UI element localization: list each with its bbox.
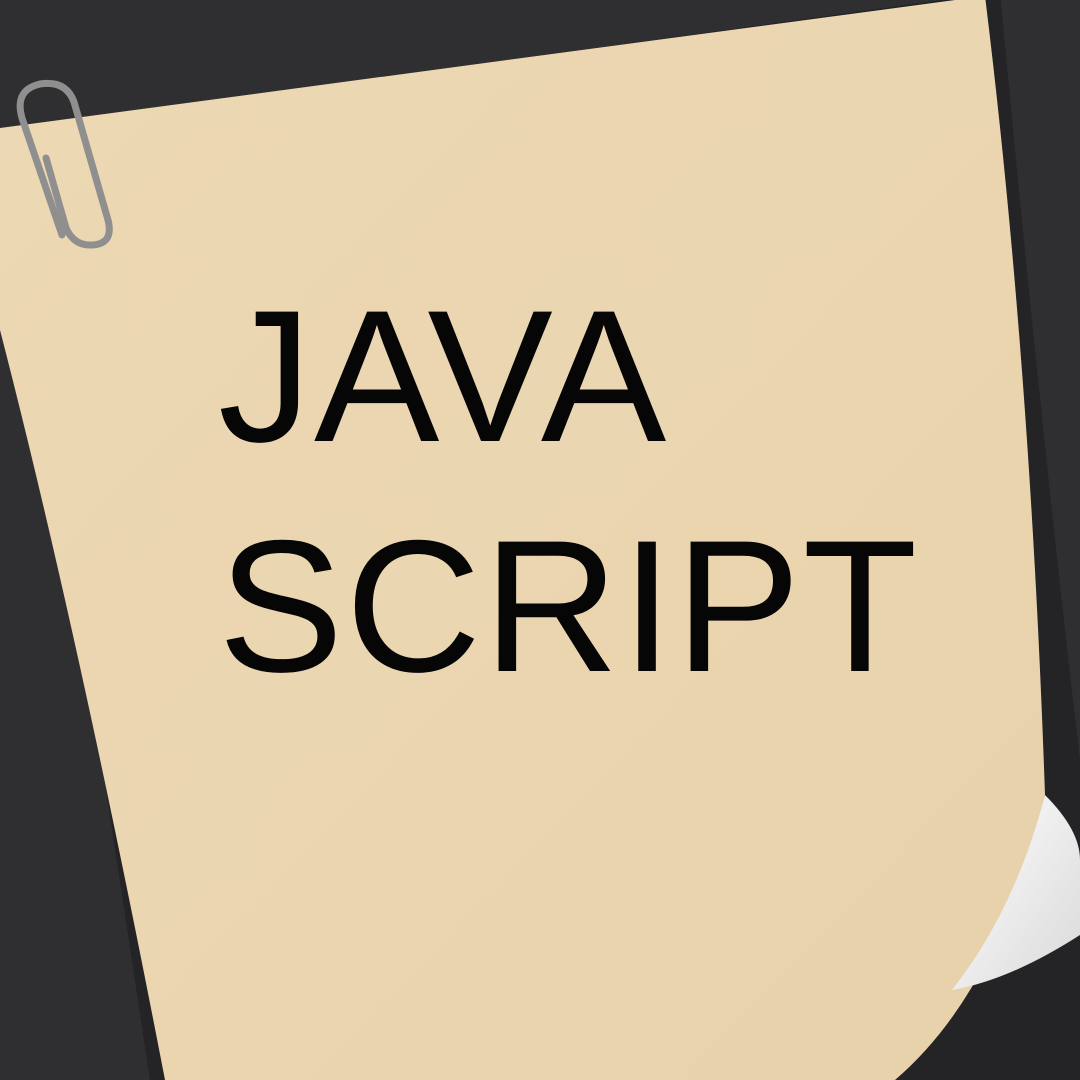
- note-title-line-1: JAVA: [218, 271, 669, 481]
- note-title-line-2: SCRIPT: [218, 501, 920, 711]
- sticky-note-scene: JAVA SCRIPT: [0, 0, 1080, 1080]
